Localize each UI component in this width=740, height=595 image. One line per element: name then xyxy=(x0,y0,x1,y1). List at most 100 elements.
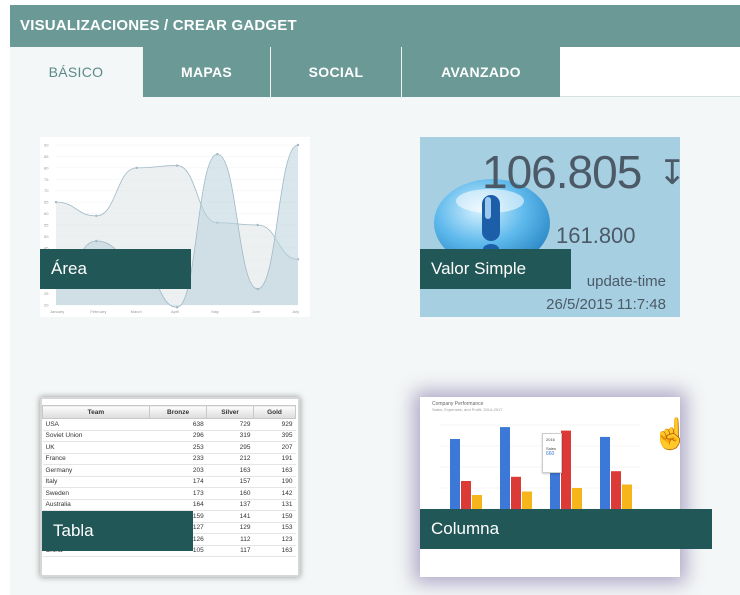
column-bar xyxy=(611,471,621,509)
update-time: 26/5/2015 11:7:48 xyxy=(546,296,666,313)
table-header-cell: Gold xyxy=(252,405,297,419)
table-cell: 174 xyxy=(149,476,207,488)
column-bar xyxy=(561,430,571,509)
x-tick-label: April xyxy=(171,309,179,314)
tab-avanzado[interactable]: AVANZADO xyxy=(401,47,560,97)
y-tick-label: 55 xyxy=(44,223,49,228)
table-cell: Sweden xyxy=(42,487,150,500)
table-cell: 163 xyxy=(253,545,296,557)
table-cell: 638 xyxy=(149,418,207,431)
y-tick-label: 50 xyxy=(44,234,49,239)
table-cell: Germany xyxy=(42,464,150,477)
update-label: update-time xyxy=(586,273,666,290)
gadget-card-tabla[interactable]: Team Bronze Silver Gold USA 638 729 929 Soviet … xyxy=(40,397,300,577)
gadget-gallery: 908580757065605550454035302520JanuaryFeb… xyxy=(10,97,740,595)
column-chart-thumbnail xyxy=(440,424,640,510)
tab-social[interactable]: SOCIAL xyxy=(270,47,401,97)
column-bar xyxy=(572,488,582,509)
column-bar xyxy=(622,484,632,509)
table-cell: 203 xyxy=(149,464,207,477)
table-cell: 163 xyxy=(253,464,296,477)
table-row: Germany 203 163 163 xyxy=(42,464,296,477)
table-cell: 160 xyxy=(206,487,254,500)
area-chart-thumbnail: 908580757065605550454035302520JanuaryFeb… xyxy=(44,143,300,314)
table-cell: France xyxy=(42,453,150,465)
table-cell: 129 xyxy=(206,522,254,534)
tooltip-year: 2016 xyxy=(546,437,555,442)
x-tick-label: March xyxy=(131,309,142,314)
y-tick-label: 80 xyxy=(44,165,49,170)
table-cell: 137 xyxy=(206,499,254,511)
area-point xyxy=(175,306,179,309)
gadget-card-valor-simple[interactable]: 106.805 ↧ 161.800 update-time 26/5/2015 … xyxy=(420,137,680,317)
tab-bar: BÁSICO MAPAS SOCIAL AVANZADO xyxy=(10,47,740,97)
table-cell: 159 xyxy=(253,510,296,523)
table-cell: 131 xyxy=(253,499,296,511)
area-point xyxy=(216,152,219,156)
y-tick-label: 65 xyxy=(44,200,49,205)
column-bar xyxy=(450,439,460,509)
table-header-cell: Team xyxy=(42,405,150,419)
area-point xyxy=(95,214,98,218)
table-cell: 153 xyxy=(253,522,296,534)
table-cell: Australia xyxy=(42,499,150,511)
table-cell: 207 xyxy=(253,441,296,454)
table-cell: 395 xyxy=(253,430,296,442)
table-cell: 191 xyxy=(253,453,296,465)
secondary-value: 161.800 xyxy=(556,223,636,248)
table-cell: 253 xyxy=(149,441,207,454)
table-cell: 112 xyxy=(206,533,254,546)
gadget-label-tabla: Tabla xyxy=(42,511,193,551)
gadget-card-columna[interactable]: Company Performance Sales, Expenses, and… xyxy=(420,397,712,577)
y-tick-label: 20 xyxy=(44,303,49,308)
column-bar xyxy=(511,476,521,509)
gadget-label-area: Área xyxy=(40,249,191,289)
page-title: VISUALIZACIONES / CREAR GADGET xyxy=(20,17,297,34)
y-tick-label: 90 xyxy=(44,143,49,148)
y-tick-label: 75 xyxy=(44,177,49,182)
area-point xyxy=(95,239,98,243)
y-tick-label: 25 xyxy=(44,291,49,296)
table-header-cell: Bronze xyxy=(148,405,208,419)
area-point xyxy=(54,200,58,204)
table-cell: Soviet Union xyxy=(42,430,150,442)
table-cell: 157 xyxy=(206,476,254,488)
table-cell: 319 xyxy=(206,430,254,442)
gadget-label-columna: Columna xyxy=(420,509,712,549)
table-row: Italy 174 157 190 xyxy=(42,476,296,488)
area-point xyxy=(256,223,259,227)
y-tick-label: 60 xyxy=(44,211,49,216)
table-cell: USA xyxy=(42,418,150,431)
page-header: VISUALIZACIONES / CREAR GADGET xyxy=(10,5,740,47)
chart-tooltip: 2016 Sales 660 xyxy=(542,433,562,473)
y-tick-label: 70 xyxy=(44,188,49,193)
tab-basico[interactable]: BÁSICO xyxy=(10,47,142,97)
table-row: Australia 164 137 131 xyxy=(42,499,296,511)
table-cell: 212 xyxy=(206,453,254,465)
table-cell: 296 xyxy=(149,430,207,442)
table-cell: 123 xyxy=(253,533,296,546)
y-tick-label: 85 xyxy=(44,154,49,159)
table-cell: 164 xyxy=(149,499,207,511)
area-point xyxy=(175,164,179,167)
column-bar xyxy=(500,427,510,509)
column-bar xyxy=(522,491,532,509)
table-row: France 233 212 191 xyxy=(42,453,296,465)
table-cell: 729 xyxy=(206,418,254,431)
column-bar xyxy=(472,495,482,509)
tab-mapas[interactable]: MAPAS xyxy=(142,47,270,97)
x-tick-label: May xyxy=(211,309,219,314)
table-header-cell: Silver xyxy=(206,405,254,419)
table-cell: Italy xyxy=(42,476,150,488)
table-cell: UK xyxy=(42,441,150,454)
gadget-card-area[interactable]: 908580757065605550454035302520JanuaryFeb… xyxy=(40,137,310,317)
area-point xyxy=(256,287,259,291)
table-cell: 295 xyxy=(206,441,254,454)
gadget-label-valor-simple: Valor Simple xyxy=(420,249,571,289)
table-row: USA 638 729 929 xyxy=(42,418,296,431)
x-tick-label: February xyxy=(90,309,106,314)
down-arrow-icon: ↧ xyxy=(658,154,680,192)
x-tick-label: June xyxy=(252,309,261,314)
x-tick-label: July xyxy=(292,309,299,314)
table-cell: 233 xyxy=(149,453,207,465)
